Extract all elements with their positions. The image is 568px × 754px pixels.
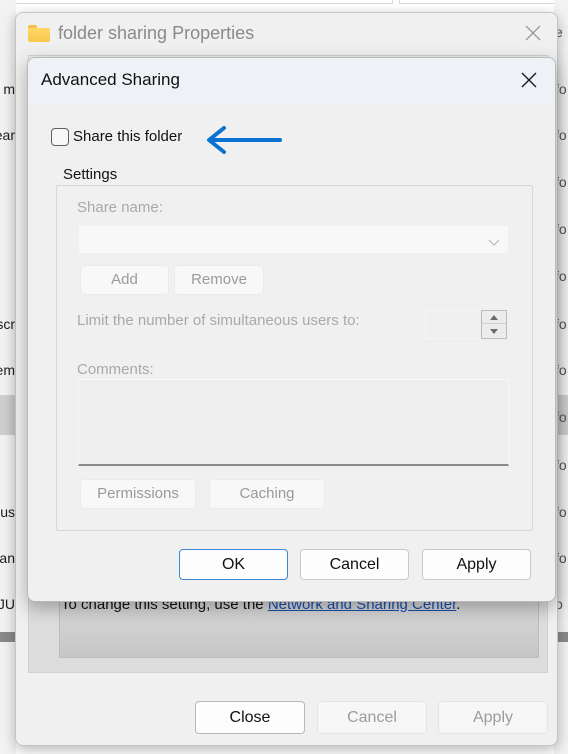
cancel-button[interactable]: Cancel <box>300 549 409 580</box>
user-limit-stepper[interactable] <box>425 310 508 339</box>
add-button[interactable]: Add <box>80 265 169 295</box>
share-name-dropdown[interactable] <box>78 225 509 254</box>
close-icon[interactable] <box>519 70 539 90</box>
comments-textarea[interactable] <box>78 379 509 466</box>
background-selected-row <box>0 395 16 435</box>
properties-cancel-button[interactable]: Cancel <box>317 701 427 734</box>
caching-button[interactable]: Caching <box>209 479 325 509</box>
ok-button[interactable]: OK <box>179 549 288 580</box>
limit-users-label: Limit the number of simultaneous users t… <box>77 312 360 329</box>
folder-icon <box>28 25 50 42</box>
settings-legend: Settings <box>59 166 122 183</box>
properties-title: folder sharing Properties <box>58 23 255 43</box>
background-text-fragment: m <box>3 81 15 97</box>
background-top-border <box>0 0 568 4</box>
close-button[interactable]: Close <box>195 701 305 734</box>
share-this-folder-checkbox[interactable] <box>51 128 69 146</box>
stepper-up-button[interactable] <box>482 311 506 324</box>
background-scrollbar <box>0 632 16 642</box>
share-name-label: Share name: <box>77 199 163 216</box>
advanced-sharing-title-bar: Advanced Sharing <box>28 58 555 104</box>
stepper-down-button[interactable] <box>482 325 506 338</box>
stepper-buttons <box>481 310 507 339</box>
remove-button[interactable]: Remove <box>174 265 264 295</box>
background-text-fragment: us <box>0 504 15 520</box>
arrow-left-icon <box>204 124 284 158</box>
background-text-fragment: scr <box>0 316 15 332</box>
advanced-sharing-title: Advanced Sharing <box>41 70 180 89</box>
apply-button[interactable]: Apply <box>422 549 531 580</box>
background-text-fragment: an <box>0 550 15 566</box>
background-left-column: m ear scr em us an IJU <box>0 0 16 754</box>
background-text-fragment: ear <box>0 127 15 143</box>
properties-apply-button[interactable]: Apply <box>438 701 548 734</box>
share-this-folder-label[interactable]: Share this folder <box>73 128 182 145</box>
comments-label: Comments: <box>77 361 154 378</box>
background-text-fragment: em <box>0 362 15 378</box>
properties-title-bar: folder sharing Properties <box>16 13 557 55</box>
user-limit-input[interactable] <box>425 310 482 339</box>
background-column-separator <box>392 0 400 4</box>
permissions-button[interactable]: Permissions <box>80 479 196 509</box>
close-icon[interactable] <box>523 23 543 43</box>
background-text-fragment: IJU <box>0 596 15 612</box>
advanced-sharing-dialog: Advanced Sharing Share this folder Setti… <box>27 57 556 602</box>
chevron-down-icon <box>488 234 500 246</box>
